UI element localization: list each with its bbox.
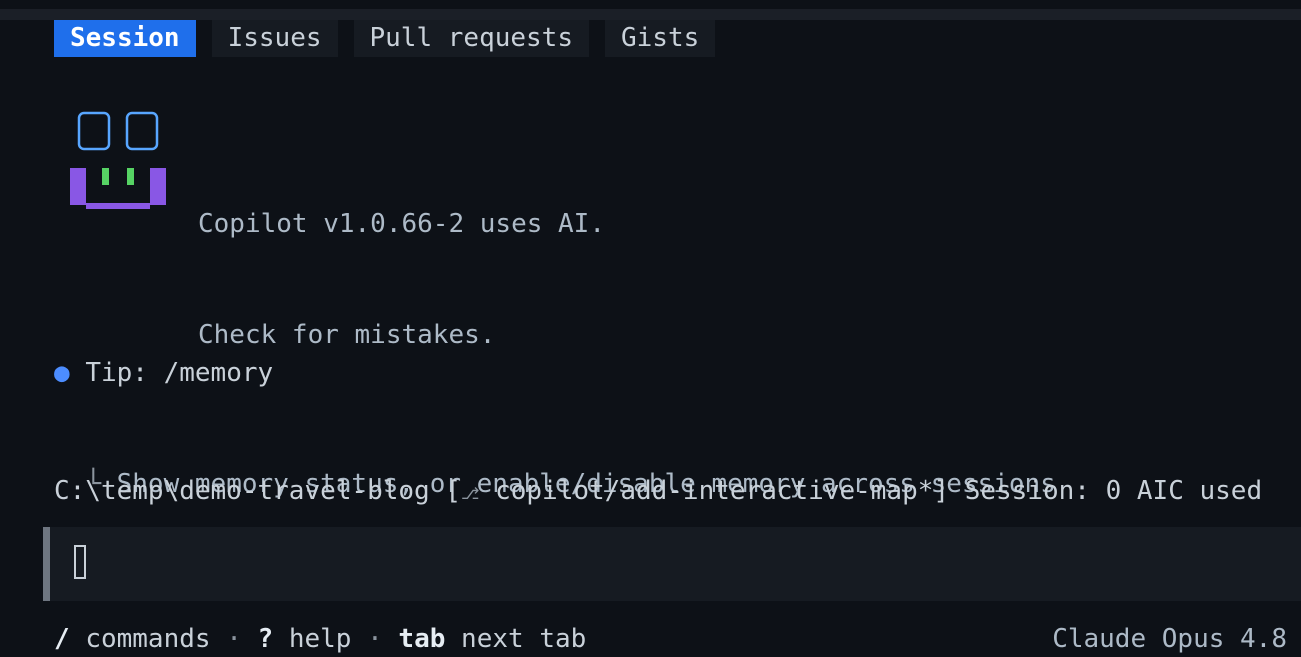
tab-session[interactable]: Session — [54, 20, 196, 57]
tab-gists[interactable]: Gists — [605, 20, 716, 57]
tip-bullet-icon: ● — [54, 358, 70, 388]
commands-label: commands — [85, 624, 211, 654]
commands-key: / — [54, 624, 70, 654]
text-cursor — [74, 545, 86, 579]
help-key: ? — [257, 624, 274, 654]
git-branch: copilot/add-interactive-map* — [495, 476, 934, 506]
tab-issues[interactable]: Issues — [211, 20, 338, 57]
top-divider — [0, 9, 1301, 20]
session-usage: Session: 0 AIC used — [964, 476, 1263, 506]
branch-icon: ⎇ — [461, 484, 480, 503]
tab-key: tab — [398, 624, 446, 654]
help-label: help — [288, 624, 352, 654]
tab-pull-requests[interactable]: Pull requests — [353, 20, 589, 57]
prompt-input[interactable] — [43, 527, 1301, 601]
separator: · — [367, 624, 383, 654]
tip-title: Tip: /memory — [85, 358, 274, 388]
terminal-window: Session Issues Pull requests Gists Copil… — [0, 0, 1301, 657]
working-directory: C:\temp\demo-travel-blog — [54, 476, 430, 506]
footer-hints: / commands · ? help · tab next tab — [54, 621, 586, 657]
status-line: C:\temp\demo-travel-blog [⎇ copilot/add-… — [54, 476, 1263, 506]
intro-version-line: Copilot v1.0.66-2 uses AI. — [198, 209, 605, 239]
model-name: Claude Opus 4.8 — [1052, 624, 1287, 654]
top-strip — [0, 0, 1301, 9]
tip-title-row: ● Tip: /memory — [54, 355, 1056, 392]
separator: · — [226, 624, 242, 654]
tab-label: next tab — [461, 624, 587, 654]
copilot-logo-icon — [70, 111, 166, 209]
tab-bar: Session Issues Pull requests Gists — [54, 20, 731, 57]
